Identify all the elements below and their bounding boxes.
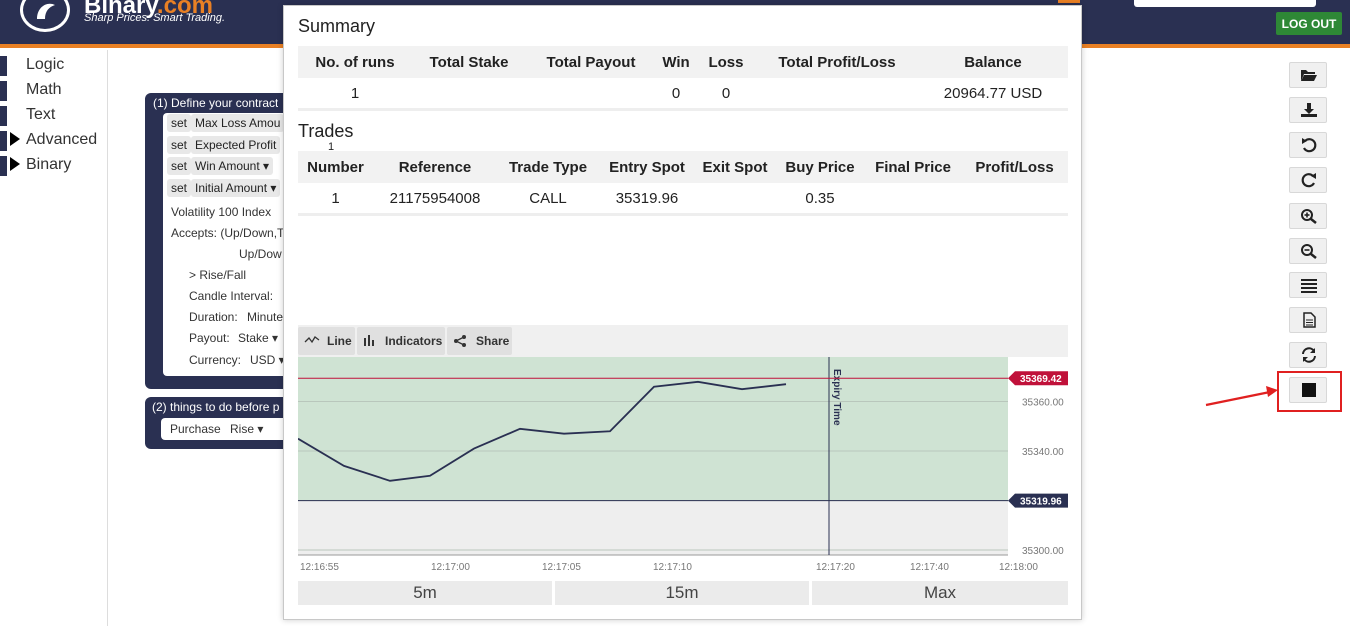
logo-icon[interactable] [20,0,70,32]
save-button[interactable] [1289,97,1327,123]
currency-dropdown[interactable]: USD ▾ [250,353,285,373]
undo-icon [1302,138,1317,153]
trades-table-header: Number Reference Trade Type Entry Spot E… [298,151,1068,183]
x-tick-label: 12:17:05 [542,562,581,573]
loss-zone [298,500,1008,555]
expand-triangle-icon [10,157,20,171]
purchase-dropdown[interactable]: Rise ▾ [230,422,263,442]
redo-icon [1301,173,1316,188]
zoom-out-icon [1301,244,1317,259]
var-dropdown[interactable]: Expected Profit [191,136,281,154]
x-tick-label: 12:17:10 [653,562,692,573]
y-tick-label: 35360.00 [1022,398,1064,409]
rearrange-button[interactable] [1289,272,1327,298]
indicators-button[interactable]: Indicators [357,327,445,355]
line-chart-icon [304,336,320,344]
currency-label: Currency: [189,353,242,367]
zoom-out-button[interactable] [1289,238,1327,264]
sidebar-item-advanced[interactable]: Advanced [0,129,108,151]
list-icon [1301,279,1317,293]
share-icon [454,335,466,347]
chart-toolbar: Line Indicators Share [298,325,1068,357]
red-arrow-annotation [1205,386,1278,407]
redo-button[interactable] [1289,167,1327,193]
refresh-icon [1302,347,1316,363]
zoom-in-icon [1301,209,1317,224]
modal-close-tab[interactable] [1058,0,1080,3]
expand-triangle-icon [10,132,20,146]
summary-table-header: No. of runs Total Stake Total Payout Win… [298,46,1068,78]
duration-label: Duration: [189,310,238,324]
x-tick-label: 12:17:40 [910,562,949,573]
range-5m-button[interactable]: 5m [298,581,552,605]
folder-open-icon [1301,70,1317,81]
market-label: Volatility 100 Index [171,205,272,219]
payout-label: Payout: [189,331,230,345]
stop-highlight-box [1277,371,1342,412]
rise-fall-label[interactable]: > Rise/Fall [189,268,246,288]
x-tick-label: 12:17:00 [431,562,470,573]
indicators-icon [364,335,374,346]
expiry-label: Expiry Time [831,369,842,426]
reset-button[interactable] [1289,342,1327,368]
x-tick-label: 12:18:00 [999,562,1038,573]
block-category-sidebar: Logic Math Text Advanced Binary [0,50,108,626]
sidebar-item-text[interactable]: Text [0,104,108,126]
tagline: Sharp Prices. Smart Trading. [84,12,226,24]
download-icon [1301,103,1317,117]
define-contract-block[interactable]: (1) Define your contract set Max Loss Am… [145,93,295,389]
accepts-label: Accepts: (Up/Down,T [171,226,285,240]
block-title: (1) Define your contract [153,96,279,110]
entry-spot-label: 35319.96 [1020,497,1062,508]
x-tick-label: 12:17:20 [816,562,855,573]
purchase-label: Purchase [170,422,221,436]
range-max-button[interactable]: Max [812,581,1068,605]
block-title: (2) things to do before p [152,400,280,414]
open-file-button[interactable] [1289,62,1327,88]
var-dropdown[interactable]: Initial Amount ▾ [191,179,281,197]
var-dropdown[interactable]: Max Loss Amou [191,114,285,132]
payout-dropdown[interactable]: Stake ▾ [238,331,278,351]
share-button[interactable]: Share [447,327,512,355]
price-chart[interactable]: 35360.0035340.0035320.0035300.0012:16:55… [298,357,1068,579]
x-tick-label: 12:16:55 [300,562,339,573]
zoom-in-button[interactable] [1289,203,1327,229]
trades-title: Trades [298,121,354,141]
candle-interval-label: Candle Interval: [189,289,274,303]
duration-dropdown[interactable]: Minute [247,310,283,330]
trade-type-label: Up/Dow [239,247,282,261]
chart-type-button[interactable]: Line [298,327,355,355]
summary-title: Summary [298,16,376,36]
summary-dialog: Summary No. of runs Total Stake Total Pa… [283,5,1082,620]
undo-button[interactable] [1289,132,1327,158]
sidebar-item-math[interactable]: Math [0,79,108,101]
sidebar-item-logic[interactable]: Logic [0,54,108,76]
current-price-label: 35369.42 [1020,374,1062,385]
account-dropdown[interactable] [1134,0,1316,7]
y-tick-label: 35300.00 [1022,546,1064,557]
logout-button[interactable]: LOG OUT [1276,12,1342,35]
var-dropdown[interactable]: Win Amount ▾ [191,157,274,175]
range-15m-button[interactable]: 15m [555,581,809,605]
sidebar-item-binary[interactable]: Binary [0,154,108,176]
before-purchase-block[interactable]: (2) things to do before p Purchase Rise … [145,397,295,449]
y-tick-label: 35340.00 [1022,447,1064,458]
document-icon [1303,312,1316,328]
summary-button[interactable] [1289,307,1327,333]
